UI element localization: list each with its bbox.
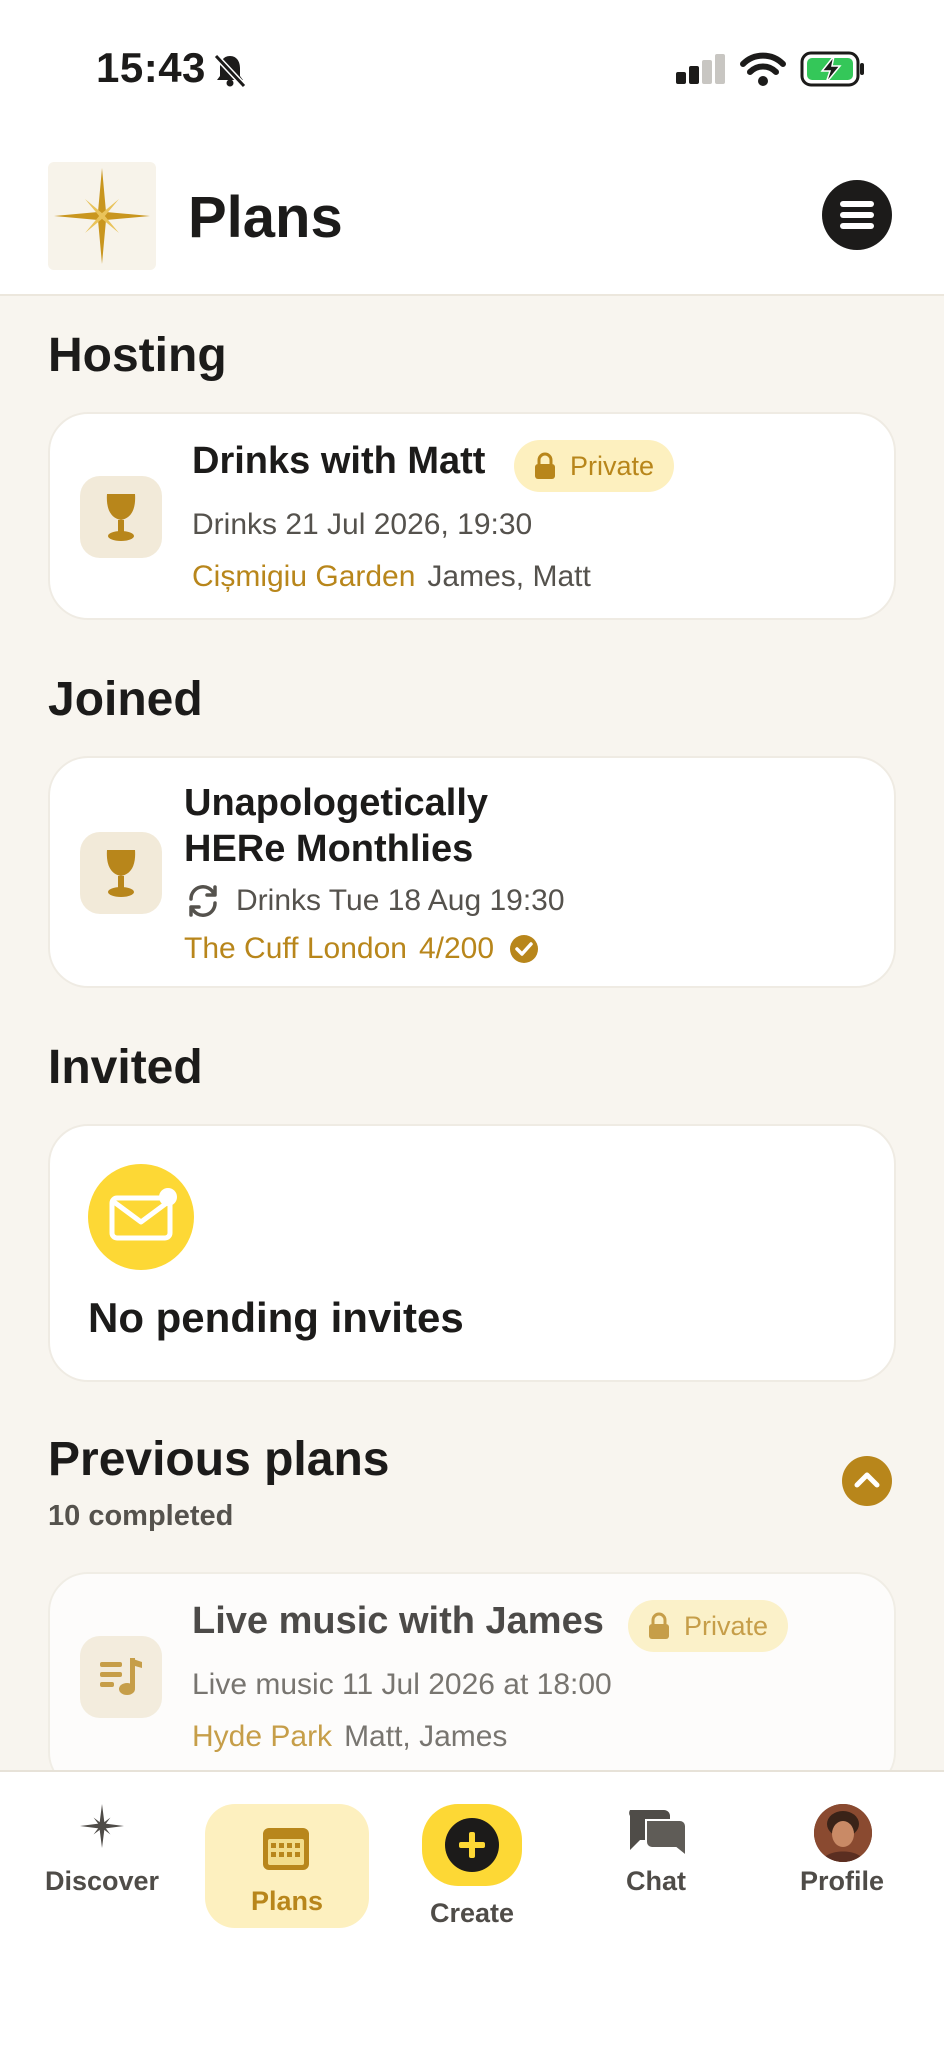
plan-location-row: Hyde Park Matt, James — [192, 1720, 507, 1754]
nav-create[interactable]: Create — [392, 1802, 552, 1932]
plan-title: Drinks with Matt — [192, 440, 486, 482]
plan-venue[interactable]: The Cuff London — [184, 932, 407, 966]
calendar-icon — [263, 1828, 309, 1870]
wine-glass-icon — [80, 476, 162, 558]
plan-datetime: Drinks 21 Jul 2026, 19:30 — [192, 508, 533, 541]
cellular-signal-icon — [676, 54, 728, 93]
battery-charging-icon — [800, 50, 866, 93]
nav-chat[interactable]: Chat — [576, 1802, 736, 1912]
private-badge-label: Private — [684, 1610, 769, 1641]
chat-bubbles-icon — [629, 1810, 687, 1858]
create-button[interactable] — [422, 1804, 522, 1886]
collapse-chevron-up-icon[interactable] — [842, 1456, 892, 1506]
lock-icon — [535, 452, 555, 479]
plan-people: Matt, James — [344, 1720, 508, 1753]
nav-chat-label: Chat — [626, 1866, 686, 1896]
page-title: Plans — [188, 185, 343, 250]
plan-venue[interactable]: Cișmigiu Garden — [192, 560, 415, 594]
nav-profile[interactable]: Profile — [762, 1802, 922, 1912]
invites-empty-card: No pending invites — [48, 1124, 896, 1382]
menu-button[interactable] — [822, 180, 892, 250]
nav-discover-label: Discover — [44, 1866, 160, 1896]
private-badge: Private — [628, 1600, 789, 1652]
wifi-icon — [740, 52, 786, 93]
private-badge-label: Private — [570, 450, 655, 481]
envelope-icon — [88, 1164, 194, 1270]
nav-create-label: Create — [429, 1898, 515, 1928]
music-icon — [80, 1636, 162, 1718]
empty-invites-text: No pending invites — [88, 1294, 464, 1341]
compass-star-logo-icon — [48, 162, 156, 270]
nav-discover[interactable]: Discover — [22, 1802, 182, 1912]
nav-plans-label: Plans — [250, 1886, 324, 1916]
compass-star-icon — [80, 1804, 124, 1848]
previous-plan-card[interactable]: Live music with James Private Live music… — [48, 1572, 896, 1792]
section-title-previous: Previous plans — [48, 1433, 390, 1486]
previous-count: 10 completed — [48, 1500, 234, 1532]
bottom-navigation: Discover Plans Create Chat Profile — [0, 1770, 944, 2048]
plan-datetime-row: Drinks Tue 18 Aug 19:30 — [184, 884, 565, 918]
app-header: Plans — [0, 140, 944, 296]
plan-title-line2: HERe Monthlies — [184, 828, 474, 870]
nav-plans[interactable]: Plans — [205, 1804, 369, 1928]
joined-plan-card[interactable]: Unapologetically HERe Monthlies Drinks T… — [48, 756, 896, 988]
wine-glass-icon — [80, 832, 162, 914]
nav-profile-label: Profile — [799, 1866, 885, 1896]
status-bar: 15:43 — [0, 0, 944, 140]
private-badge: Private — [514, 440, 675, 492]
plan-title-line1: Unapologetically — [184, 782, 489, 824]
hosted-plan-card[interactable]: Drinks with Matt Private Drinks 21 Jul 2… — [48, 412, 896, 620]
bell-muted-icon — [212, 52, 248, 93]
status-time: 15:43 — [96, 44, 206, 91]
section-title-joined: Joined — [48, 673, 203, 726]
plan-venue[interactable]: Hyde Park — [192, 1720, 332, 1754]
plan-people: James, Matt — [427, 560, 591, 593]
plan-location-row: Cișmigiu Garden James, Matt — [192, 560, 591, 594]
plan-datetime: Live music 11 Jul 2026 at 18:00 — [192, 1668, 612, 1701]
verified-check-icon — [510, 935, 539, 963]
plan-title: Live music with James — [192, 1600, 604, 1642]
plan-attendee-count: 4/200 — [418, 932, 495, 965]
plus-icon — [445, 1818, 499, 1872]
plan-location-row: The Cuff London 4/200 — [184, 932, 540, 966]
section-title-invited: Invited — [48, 1041, 203, 1094]
section-title-hosting: Hosting — [48, 329, 227, 382]
recurring-icon — [189, 885, 217, 917]
lock-icon — [649, 1612, 669, 1639]
avatar — [814, 1804, 872, 1862]
plan-datetime: Drinks Tue 18 Aug 19:30 — [236, 884, 565, 917]
